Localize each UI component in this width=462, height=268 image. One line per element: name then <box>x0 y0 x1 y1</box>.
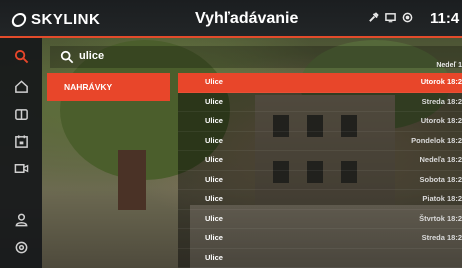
home-icon <box>14 79 28 93</box>
nav-library[interactable] <box>0 101 42 127</box>
nav-search[interactable] <box>0 43 42 69</box>
book-icon <box>14 108 28 120</box>
result-time: Streda 18:2 <box>421 96 462 106</box>
result-row[interactable]: Ulice Nedeľa 18:2 <box>178 151 462 171</box>
nav-home[interactable] <box>0 73 42 99</box>
calendar-icon <box>14 134 28 148</box>
tools-icon <box>368 12 379 27</box>
result-title: Ulice <box>205 77 223 86</box>
result-time: Streda 18:2 <box>421 233 462 242</box>
side-navigation <box>0 38 42 268</box>
result-row[interactable]: Ulice <box>178 248 462 268</box>
results-header-date: Nedeľ 1 <box>436 62 462 69</box>
status-bar: SKYLINK Vyhľadávanie 11:4 <box>0 0 462 38</box>
result-row[interactable]: Ulice Utorok 18:2 <box>178 73 462 93</box>
tv-screen: SKYLINK Vyhľadávanie 11:4 ulice NAHRÁVKY… <box>0 0 462 268</box>
camera-icon <box>14 163 28 173</box>
result-title: Ulice <box>205 252 223 262</box>
status-icons <box>368 12 413 27</box>
settings-icon <box>15 241 27 253</box>
result-title: Ulice <box>205 155 223 164</box>
search-bar[interactable]: ulice <box>50 46 462 68</box>
search-icon <box>60 50 74 64</box>
result-row[interactable]: Ulice Sobota 18:2 <box>178 170 462 190</box>
category-recordings[interactable]: NAHRÁVKY <box>47 73 170 101</box>
category-label: NAHRÁVKY <box>64 82 113 92</box>
result-time: Pondelok 18:2 <box>411 135 462 145</box>
nav-profile[interactable] <box>0 206 42 232</box>
result-time: Štvrtok 18:2 <box>419 213 462 223</box>
brand-name: SKYLINK <box>31 11 101 28</box>
page-title: Vyhľadávanie <box>195 10 299 27</box>
result-time: Nedeľa 18:2 <box>419 155 462 164</box>
results-list: Ulice Utorok 18:2 Ulice Streda 18:2 Ulic… <box>178 73 462 268</box>
result-time: Utorok 18:2 <box>420 77 462 86</box>
result-row[interactable]: Ulice Streda 18:2 <box>178 92 462 112</box>
result-row[interactable]: Ulice Streda 18:2 <box>178 229 462 249</box>
result-title: Ulice <box>205 135 223 145</box>
result-row[interactable]: Ulice Utorok 18:2 <box>178 112 462 132</box>
result-title: Ulice <box>205 194 223 203</box>
result-title: Ulice <box>205 233 223 242</box>
nav-settings[interactable] <box>0 234 42 260</box>
result-title: Ulice <box>205 174 223 184</box>
search-icon <box>14 49 28 63</box>
brand-logo: SKYLINK <box>10 11 101 28</box>
clock: 11:4 <box>430 10 460 27</box>
result-time: Sobota 18:2 <box>419 174 462 184</box>
result-row[interactable]: Ulice Štvrtok 18:2 <box>178 209 462 229</box>
tv-icon <box>385 12 396 27</box>
user-icon <box>14 213 28 226</box>
result-row[interactable]: Ulice Pondelok 18:2 <box>178 131 462 151</box>
nav-recordings[interactable] <box>0 155 42 181</box>
record-icon <box>402 12 413 27</box>
result-title: Ulice <box>205 116 223 125</box>
result-title: Ulice <box>205 96 223 106</box>
result-row[interactable]: Ulice Piatok 18:2 <box>178 190 462 210</box>
result-time: Utorok 18:2 <box>420 116 462 125</box>
result-time: Piatok 18:2 <box>422 194 462 203</box>
nav-program-guide[interactable] <box>0 128 42 154</box>
search-query[interactable]: ulice <box>79 50 104 62</box>
skylink-logo-icon <box>10 12 28 27</box>
result-title: Ulice <box>205 213 223 223</box>
